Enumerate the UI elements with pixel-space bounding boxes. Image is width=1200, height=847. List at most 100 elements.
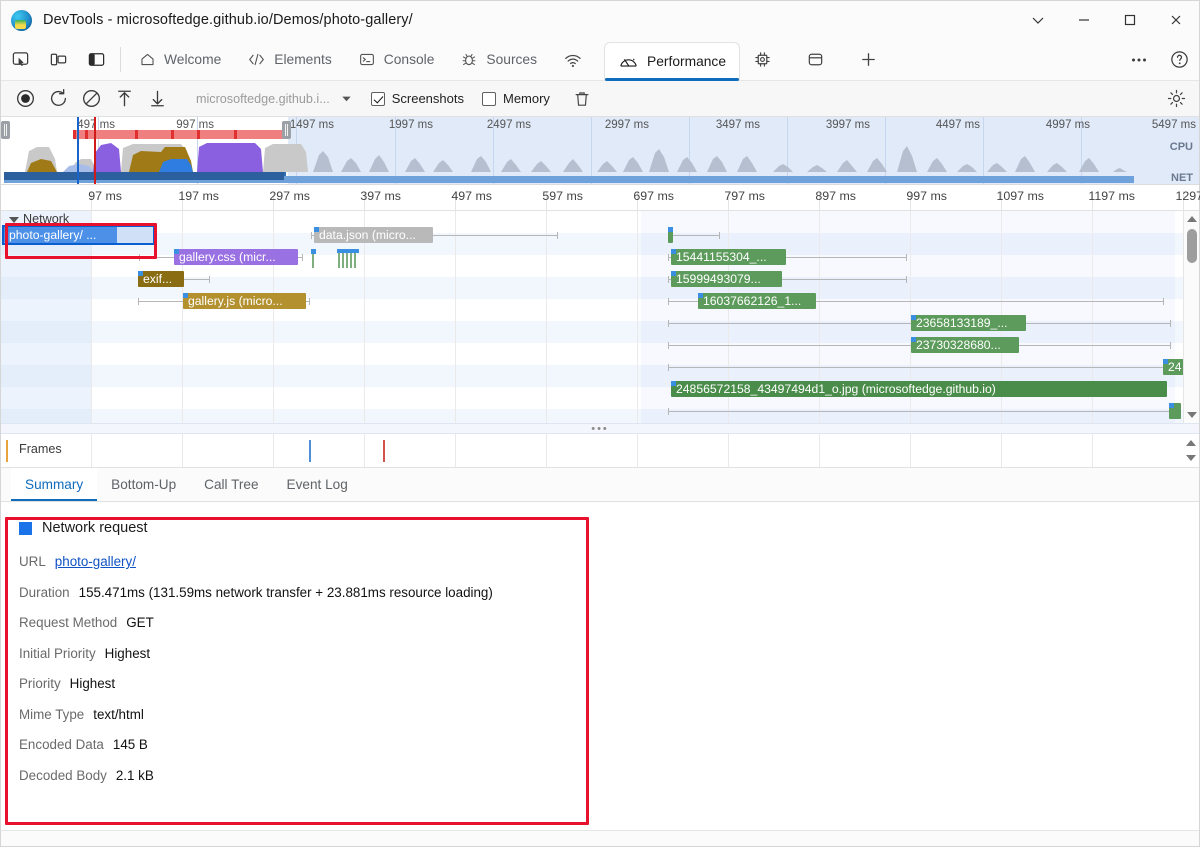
summary-value: GET	[126, 615, 154, 630]
request-row-23658133189[interactable]: 23658133189_...	[668, 315, 1171, 331]
tab-label: Bottom-Up	[111, 477, 177, 492]
panel-resize-handle[interactable]: •••	[1, 423, 1199, 434]
home-icon	[139, 51, 156, 68]
request-label: data.json (micro...	[319, 228, 416, 242]
frames-label: Frames	[19, 442, 62, 456]
network-track-label: Network	[23, 212, 70, 226]
overview-tick-label: 4497 ms	[935, 119, 980, 131]
tab-performance[interactable]: Performance	[604, 42, 740, 81]
request-row-gallery-js[interactable]: gallery.js (micro...	[138, 293, 310, 309]
device-toggle-icon[interactable]	[39, 39, 77, 80]
request-row-image-0[interactable]	[668, 227, 720, 243]
scroll-up-arrow-icon[interactable]	[1184, 211, 1199, 227]
request-row-data-json[interactable]: data.json (micro...	[311, 227, 558, 243]
request-row-image-last[interactable]	[668, 403, 1181, 419]
event-color-swatch	[19, 521, 32, 535]
maximize-button[interactable]	[1107, 1, 1153, 39]
overview-net-label: NET	[1171, 172, 1193, 184]
caret-down-icon[interactable]	[340, 92, 353, 105]
screenshots-checkbox-box[interactable]	[370, 91, 385, 106]
frames-scroll-up-icon[interactable]	[1183, 435, 1199, 451]
request-bar[interactable]: 24856572158_43497494d1_o.jpg (microsofte…	[671, 381, 1167, 397]
request-bar[interactable]: gallery.css (micr...	[174, 249, 298, 265]
overview-selection-handle-left[interactable]	[1, 121, 10, 139]
summary-key: Decoded Body	[19, 767, 107, 783]
request-row-23730328680[interactable]: 23730328680...	[668, 337, 1171, 353]
question-circle-icon[interactable]	[1159, 39, 1199, 81]
edge-logo-icon	[11, 9, 32, 31]
memory-checkbox-box[interactable]	[481, 91, 496, 106]
upload-arrow-icon[interactable]	[108, 82, 141, 116]
close-button[interactable]	[1153, 1, 1199, 39]
tab-elements[interactable]: Elements	[234, 39, 345, 80]
tab-summary[interactable]: Summary	[11, 468, 98, 501]
request-row-24856572158[interactable]: 24856572158_43497494d1_o.jpg (microsofte…	[668, 381, 1171, 397]
network-waterfall[interactable]: Network photo-gallery/ ... gallery.css (…	[1, 211, 1199, 423]
request-row-exif[interactable]: exif...	[138, 271, 210, 287]
tab-welcome[interactable]: Welcome	[126, 39, 234, 80]
tab-event-log[interactable]: Event Log	[273, 468, 362, 501]
screenshots-checkbox[interactable]: Screenshots	[370, 91, 464, 106]
no-entry-icon[interactable]	[75, 82, 108, 116]
request-row-15441155304[interactable]: 15441155304_...	[668, 249, 907, 265]
tab-network[interactable]	[550, 39, 604, 80]
window-title: DevTools - microsoftedge.github.io/Demos…	[43, 12, 413, 28]
overview-tick-label: 1997 ms	[388, 119, 433, 131]
frames-scrollbar[interactable]	[1183, 434, 1199, 467]
memory-label: Memory	[502, 91, 550, 106]
request-row-photo-gallery[interactable]: photo-gallery/ ...	[4, 227, 153, 243]
overview-cpu-label: CPU	[1169, 141, 1193, 153]
network-track-collapse-icon[interactable]	[9, 217, 19, 223]
record-circle-icon[interactable]	[9, 82, 42, 116]
request-row-gallery-css[interactable]: gallery.css (micr...	[139, 249, 303, 265]
request-whisker	[668, 407, 1181, 415]
request-bar[interactable]: gallery.js (micro...	[183, 293, 306, 309]
request-bar[interactable]: data.json (micro...	[314, 227, 433, 243]
waterfall-scrollbar[interactable]	[1183, 211, 1199, 423]
frames-track[interactable]: Frames	[1, 434, 1199, 468]
trash-icon[interactable]	[572, 89, 592, 109]
tab-console[interactable]: Console	[345, 39, 448, 80]
request-label: 23658133189_...	[916, 316, 1008, 330]
summary-value: text/html	[93, 706, 144, 722]
summary-row-url: URL photo-gallery/	[19, 554, 1199, 569]
tab-label: Performance	[647, 54, 726, 69]
download-arrow-icon[interactable]	[141, 82, 174, 116]
request-label: photo-gallery/ ...	[9, 228, 97, 242]
request-start-marker	[698, 293, 703, 298]
timeline-overview[interactable]: 497 ms 997 ms 1497 ms 1997 ms 2497 ms 29…	[1, 117, 1199, 185]
minimize-button[interactable]	[1061, 1, 1107, 39]
frames-scroll-down-icon[interactable]	[1183, 450, 1199, 466]
request-bar[interactable]: 23730328680...	[911, 337, 1019, 353]
request-micro-marks	[311, 249, 371, 269]
tab-add[interactable]	[846, 39, 899, 80]
scrollbar-thumb[interactable]	[1187, 229, 1197, 263]
dock-panel-icon[interactable]	[77, 39, 115, 80]
scroll-down-arrow-icon[interactable]	[1184, 407, 1199, 423]
request-bar[interactable]: 15999493079...	[671, 271, 782, 287]
request-label: 15999493079...	[676, 272, 761, 286]
tab-memory[interactable]	[740, 39, 793, 80]
request-row-16037662126[interactable]: 16037662126_1...	[668, 293, 1164, 309]
overview-selection-handle-right[interactable]	[282, 121, 291, 139]
memory-checkbox[interactable]: Memory	[481, 91, 550, 106]
tab-application[interactable]	[793, 39, 846, 80]
summary-url-link[interactable]: photo-gallery/	[55, 554, 136, 569]
request-bar[interactable]: exif...	[138, 271, 184, 287]
reload-icon[interactable]	[42, 82, 75, 116]
request-bar[interactable]: 23658133189_...	[911, 315, 1026, 331]
request-start-marker	[671, 381, 676, 386]
request-bar[interactable]: 15441155304_...	[671, 249, 786, 265]
tab-call-tree[interactable]: Call Tree	[190, 468, 272, 501]
request-row-15999493079[interactable]: 15999493079...	[668, 271, 907, 287]
overview-tick-label: 4997 ms	[1045, 119, 1090, 131]
ellipsis-icon[interactable]	[1119, 39, 1159, 81]
more-chevron-button[interactable]	[1015, 1, 1061, 39]
request-row-image-truncated[interactable]: 24	[668, 359, 1193, 375]
gear-icon[interactable]	[1166, 88, 1187, 109]
tab-bottom-up[interactable]: Bottom-Up	[97, 468, 190, 501]
inspect-cursor-icon[interactable]	[1, 39, 39, 80]
request-bar[interactable]: 16037662126_1...	[698, 293, 816, 309]
tab-label: Console	[383, 52, 435, 67]
tab-sources[interactable]: Sources	[447, 39, 550, 80]
